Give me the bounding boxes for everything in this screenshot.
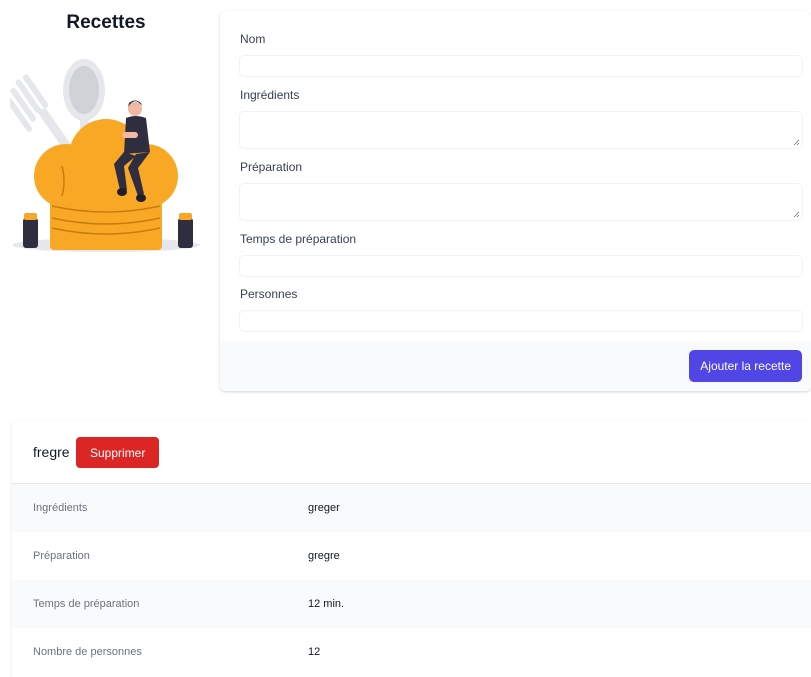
- prep-time-label: Temps de préparation: [240, 232, 357, 246]
- row-label: Préparation: [33, 550, 90, 562]
- recipe-row-prep-time: Temps de préparation 12 min.: [12, 580, 811, 628]
- persons-field[interactable]: [239, 310, 803, 332]
- recipe-row-ingredients: Ingrédients greger: [12, 484, 811, 532]
- recipe-row-preparation: Préparation gregre: [12, 532, 811, 580]
- ingredients-label: Ingrédients: [240, 88, 300, 102]
- row-label: Ingrédients: [33, 502, 88, 514]
- prep-time-field[interactable]: [239, 255, 803, 277]
- name-field[interactable]: [239, 55, 803, 77]
- recipe-header: fregre Supprimer: [12, 420, 811, 484]
- resize-grip-icon[interactable]: [793, 139, 800, 146]
- resize-grip-icon[interactable]: [793, 211, 800, 218]
- row-value: 12 min.: [308, 598, 345, 610]
- row-value: greger: [308, 502, 340, 514]
- preparation-label: Préparation: [240, 160, 303, 174]
- ingredients-field[interactable]: [239, 111, 803, 149]
- recipe-name: fregre: [33, 444, 70, 460]
- row-value: 12: [308, 646, 321, 658]
- preparation-field[interactable]: [239, 183, 803, 221]
- chef-hat-illustration: [6, 56, 202, 258]
- delete-button[interactable]: Supprimer: [76, 437, 160, 468]
- add-recipe-button[interactable]: Ajouter la recette: [689, 350, 802, 382]
- row-value: gregre: [308, 550, 340, 562]
- recipe-form: Nom Ingrédients Préparation Temps de pré…: [220, 11, 811, 391]
- page-title: Recettes: [66, 12, 146, 33]
- name-label: Nom: [240, 32, 266, 46]
- form-footer: Ajouter la recette: [220, 341, 811, 391]
- row-label: Nombre de personnes: [33, 646, 142, 658]
- recipe-row-persons: Nombre de personnes 12: [12, 628, 811, 676]
- persons-label: Personnes: [240, 287, 298, 301]
- recipe-card: fregre Supprimer Ingrédients greger Prép…: [12, 420, 811, 677]
- row-label: Temps de préparation: [33, 598, 140, 610]
